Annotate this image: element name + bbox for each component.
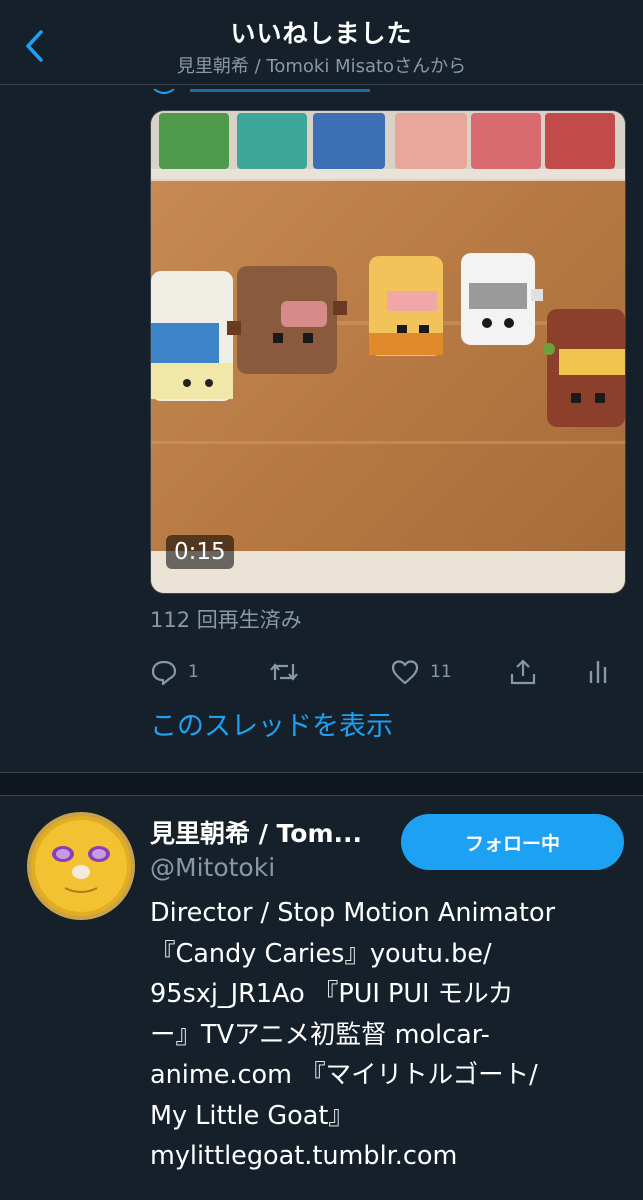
avatar[interactable] (27, 812, 135, 920)
bio-line[interactable]: 95sxj_JR1Ao 『PUI PUI モルカ (150, 974, 630, 1015)
bio-line: My Little Goat』 (150, 1100, 354, 1131)
bio-line: Director / Stop Motion Animator (150, 898, 556, 928)
bio-line[interactable]: 『Candy Caries』youtu.be/ (150, 934, 630, 975)
reply-count: 1 (188, 662, 199, 682)
tweet-video-thumbnail[interactable] (150, 110, 626, 594)
bio-line[interactable]: mylittlegoat.tumblr.com (150, 1136, 630, 1177)
user-bio: Director / Stop Motion Animator 『Candy C… (150, 893, 630, 1177)
share-button[interactable] (508, 652, 538, 692)
previous-content-peek (150, 84, 410, 94)
following-button[interactable]: フォロー中 (401, 814, 624, 870)
view-count: 112 回再生済み (150, 608, 302, 632)
page-title: いいねしました (230, 19, 413, 48)
like-button[interactable]: 11 (390, 652, 452, 692)
retweet-icon (270, 663, 298, 681)
user-handle[interactable]: @Mitotoki (150, 853, 275, 882)
avatar-image (27, 812, 135, 920)
reply-icon (151, 660, 177, 686)
analytics-icon (589, 661, 607, 683)
top-navigation-bar: いいねしました 見里朝希 / Tomoki Misatoさんから (0, 0, 643, 85)
share-icon (510, 659, 536, 685)
section-divider (0, 772, 643, 796)
video-duration-badge: 0:15 (166, 535, 234, 569)
analytics-button[interactable] (586, 652, 612, 692)
user-display-name[interactable]: 見里朝希 / Tom... (150, 814, 390, 850)
video-frame-image (151, 111, 625, 593)
heart-icon (391, 660, 419, 685)
tweet-action-bar: 1 11 (150, 652, 620, 692)
page-subtitle: 見里朝希 / Tomoki Misatoさんから (176, 56, 467, 77)
bio-line[interactable]: ー』TVアニメ初監督 molcar- (150, 1015, 630, 1056)
like-count: 11 (430, 662, 452, 682)
show-thread-link[interactable]: このスレッドを表示 (150, 704, 393, 743)
retweet-button[interactable] (268, 652, 310, 692)
bio-line[interactable]: anime.com 『マイリトルゴート/ (150, 1055, 630, 1096)
reply-button[interactable]: 1 (150, 652, 199, 692)
